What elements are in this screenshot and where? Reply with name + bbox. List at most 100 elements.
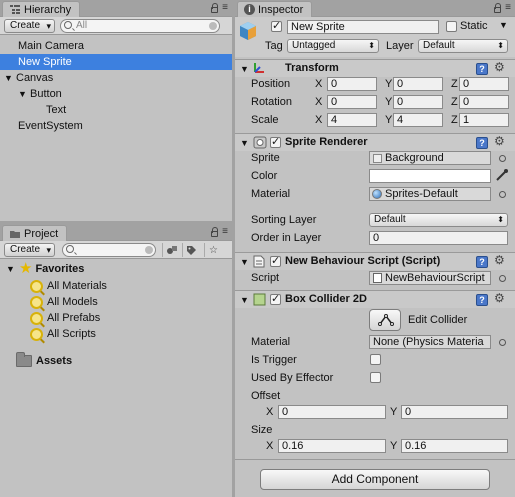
sprite-renderer-header[interactable]: ▼ Sprite Renderer ? ⚙ [235, 133, 515, 151]
is-trigger-checkbox[interactable] [370, 354, 381, 365]
collider-material-field[interactable]: None (Physics Materia [369, 335, 491, 349]
hierarchy-item[interactable]: Main Camera [0, 38, 232, 54]
scale-y-field[interactable]: 4 [393, 113, 443, 127]
expand-arrow-icon[interactable]: ▼ [18, 86, 30, 102]
panel-menu-icon[interactable]: ≡ [222, 227, 228, 237]
object-picker-icon[interactable] [499, 155, 506, 162]
hierarchy-create-button[interactable]: Create [4, 19, 56, 33]
expand-arrow-icon[interactable]: ▼ [6, 261, 16, 277]
hierarchy-search-placeholder: All [76, 20, 88, 31]
favorites-header[interactable]: ▼ ★ Favorites [6, 261, 84, 277]
help-icon[interactable]: ? [476, 256, 488, 268]
transform-header[interactable]: ▼ Transform ? ⚙ [235, 59, 515, 77]
fold-arrow-icon[interactable]: ▼ [240, 138, 249, 148]
tag-dropdown[interactable]: Untagged [287, 39, 379, 53]
sprite-value: Background [385, 152, 444, 164]
sprite-field[interactable]: Background [369, 151, 491, 165]
panel-menu-icon[interactable]: ≡ [505, 3, 511, 13]
layer-dropdown[interactable]: Default [418, 39, 508, 53]
material-field[interactable]: Sprites-Default [369, 187, 491, 201]
static-label: Static [460, 20, 488, 32]
favorites-item[interactable]: All Prefabs [30, 310, 100, 326]
hierarchy-item[interactable]: EventSystem [0, 118, 232, 134]
gear-icon[interactable]: ⚙ [494, 253, 505, 267]
favorites-item[interactable]: All Scripts [30, 326, 96, 342]
favorite-star-icon[interactable]: ☆ [204, 243, 222, 257]
help-icon[interactable]: ? [476, 294, 488, 306]
scale-z-field[interactable]: 1 [459, 113, 509, 127]
tab-hierarchy[interactable]: Hierarchy [2, 1, 81, 17]
script-header[interactable]: ▼ New Behaviour Script (Script) ? ⚙ [235, 252, 515, 270]
offset-x-field[interactable]: 0 [278, 405, 386, 419]
fold-arrow-icon[interactable]: ▼ [240, 64, 249, 74]
add-component-button[interactable]: Add Component [260, 469, 490, 490]
size-y-field[interactable]: 0.16 [401, 439, 508, 453]
script-asset-icon [373, 273, 382, 283]
eyedropper-icon[interactable] [495, 168, 509, 185]
position-z-field[interactable]: 0 [459, 77, 509, 91]
favorites-item[interactable]: All Materials [30, 278, 107, 294]
edit-collider-toggle[interactable] [369, 309, 401, 331]
lock-icon[interactable] [494, 3, 502, 13]
saved-search-icon [30, 279, 43, 293]
search-by-label-icon[interactable] [182, 243, 200, 257]
help-icon[interactable]: ? [476, 63, 488, 75]
rotation-z-field[interactable]: 0 [459, 95, 509, 109]
tag-label: Tag [265, 40, 283, 52]
search-cancel-icon[interactable] [145, 246, 153, 254]
tab-inspector[interactable]: i Inspector [237, 1, 313, 17]
search-by-type-icon[interactable] [162, 243, 180, 257]
project-search-input[interactable] [62, 243, 156, 257]
box-collider-enabled-checkbox[interactable] [270, 292, 281, 305]
used-by-effector-checkbox[interactable] [370, 372, 381, 383]
color-swatch[interactable] [369, 169, 491, 183]
gear-icon[interactable]: ⚙ [494, 134, 505, 148]
object-picker-icon[interactable] [499, 191, 506, 198]
object-picker-icon[interactable] [499, 339, 506, 346]
offset-y-field[interactable]: 0 [401, 405, 508, 419]
script-enabled-checkbox[interactable] [270, 254, 281, 267]
help-icon[interactable]: ? [476, 137, 488, 149]
search-cancel-icon[interactable] [209, 22, 217, 30]
position-x-field[interactable]: 0 [327, 77, 377, 91]
favorites-item[interactable]: All Models [30, 294, 98, 310]
offset-x-label: X [266, 406, 274, 418]
sprite-renderer-enabled-checkbox[interactable] [270, 135, 281, 148]
panel-menu-icon[interactable]: ≡ [222, 3, 228, 13]
gear-icon[interactable]: ⚙ [494, 291, 505, 305]
script-field[interactable]: NewBehaviourScript [369, 271, 491, 285]
box-collider-header[interactable]: ▼ Box Collider 2D ? ⚙ [235, 290, 515, 308]
rotation-y-field[interactable]: 0 [393, 95, 443, 109]
size-x-field[interactable]: 0.16 [278, 439, 386, 453]
rotation-label: Rotation [251, 96, 292, 108]
assets-folder[interactable]: Assets [16, 352, 72, 369]
expand-arrow-icon[interactable]: ▼ [4, 70, 16, 86]
tab-project[interactable]: Project [2, 225, 68, 241]
rotation-x-field[interactable]: 0 [327, 95, 377, 109]
project-create-button[interactable]: Create [4, 243, 56, 257]
tab-project-label: Project [24, 227, 59, 240]
order-in-layer-field[interactable]: 0 [369, 231, 508, 245]
lock-icon[interactable] [211, 227, 219, 237]
hierarchy-item[interactable]: Text [0, 102, 232, 118]
gameobject-active-checkbox[interactable] [271, 19, 282, 32]
object-picker-icon[interactable] [499, 275, 506, 282]
lock-icon[interactable] [211, 3, 219, 13]
size-y-label: Y [390, 440, 398, 452]
gear-icon[interactable]: ⚙ [494, 60, 505, 74]
fold-arrow-icon[interactable]: ▼ [240, 295, 249, 305]
favorites-item-label: All Models [47, 296, 98, 308]
static-dropdown-icon[interactable]: ▼ [499, 20, 508, 30]
static-checkbox[interactable] [446, 21, 457, 32]
scale-x-field[interactable]: 4 [327, 113, 377, 127]
hierarchy-item[interactable]: ▼ Canvas [0, 70, 232, 86]
fold-arrow-icon[interactable]: ▼ [240, 257, 249, 267]
saved-search-icon [30, 295, 43, 309]
position-x-axis-label: X [315, 78, 323, 90]
hierarchy-item[interactable]: New Sprite [0, 54, 232, 70]
hierarchy-item[interactable]: ▼ Button [0, 86, 232, 102]
sorting-layer-dropdown[interactable]: Default [369, 213, 508, 227]
gameobject-name-field[interactable]: New Sprite [287, 20, 439, 34]
position-y-field[interactable]: 0 [393, 77, 443, 91]
hierarchy-search-input[interactable]: All [60, 19, 220, 33]
